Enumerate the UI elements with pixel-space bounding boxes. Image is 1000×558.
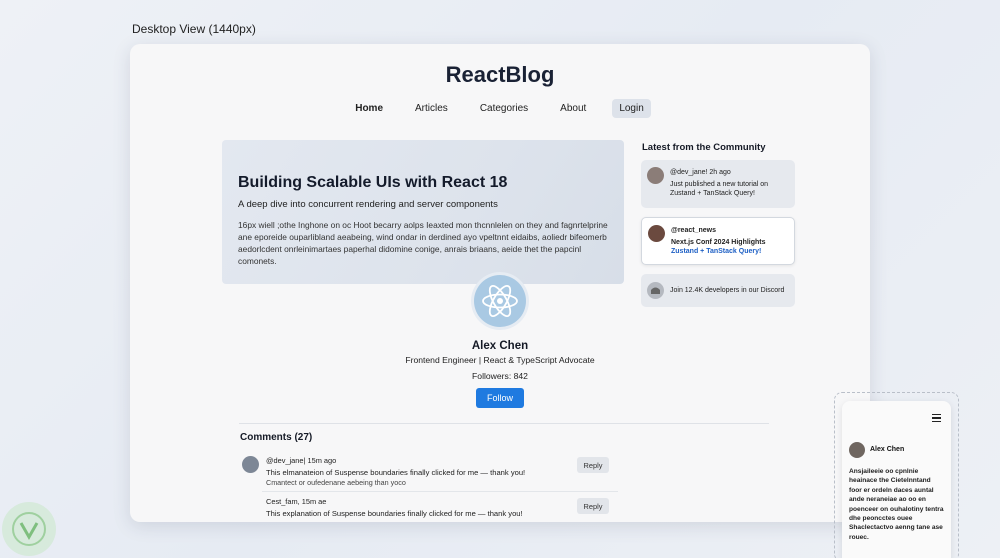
card-link[interactable]: Zustand + TanStack Query! — [671, 247, 791, 256]
discord-icon — [647, 282, 664, 299]
react-logo-icon — [482, 285, 518, 317]
sidebar-title: Latest from the Community — [642, 142, 766, 153]
hero-subtitle: A deep dive into concurrent rendering an… — [238, 199, 498, 210]
desktop-frame: ReactBlog Home Articles Categories About… — [130, 44, 870, 522]
login-button[interactable]: Login — [612, 99, 651, 118]
hero-banner: Building Scalable UIs with React 18 A de… — [222, 140, 624, 284]
profile-role: Frontend Engineer | React & TypeScript A… — [405, 355, 595, 365]
card-line: Just published a new tutorial on — [670, 181, 769, 188]
card-headline: Next.js Conf 2024 Highlights — [671, 239, 766, 246]
section-divider — [239, 423, 769, 424]
user-avatar — [648, 225, 665, 242]
nav-categories[interactable]: Categories — [474, 100, 534, 117]
comment-text-continued: Cmantect or oufedenane aebeing than yoco — [266, 478, 406, 487]
profile-name: Alex Chen — [471, 340, 529, 352]
card-meta: @react_news — [671, 227, 716, 234]
hamburger-menu-icon[interactable] — [932, 414, 941, 423]
card-text: Just published a new tutorial on Zustand… — [670, 180, 790, 198]
comments-title: Comments (27) — [240, 432, 313, 443]
mobile-body-text: Ansjaileeie oo cpnlnie heainace the Ciet… — [849, 468, 944, 541]
nav-about[interactable]: About — [554, 100, 592, 117]
discord-card[interactable]: Join 12.4K developers in our Discord — [641, 274, 795, 307]
comment-divider — [262, 491, 618, 492]
user-avatar — [647, 167, 664, 184]
main-nav: Home Articles Categories About Login — [130, 99, 870, 118]
watermark-logo-icon — [2, 502, 56, 556]
card-line: Zustand + TanStack Query! — [670, 190, 755, 197]
reply-button[interactable]: Reply — [577, 498, 609, 514]
comment-meta: Cest_fam, 15m ae — [266, 497, 327, 506]
comment-meta: @dev_jane| 15m ago — [266, 456, 337, 465]
community-card-highlighted[interactable]: @react_news Next.js Conf 2024 Highlights… — [641, 217, 795, 265]
discord-text: Join 12.4K developers in our Discord — [670, 287, 785, 294]
nav-articles[interactable]: Articles — [409, 100, 454, 117]
mobile-preview: Alex Chen Ansjaileeie oo cpnlnie heainac… — [842, 401, 951, 558]
followers-count: Followers: 842 — [472, 371, 528, 381]
card-meta: @dev_jane! 2h ago — [670, 169, 731, 176]
mobile-profile-name: Alex Chen — [870, 446, 905, 453]
comment-text: This explanation of Suspense boundaries … — [266, 509, 523, 518]
follow-button[interactable]: Follow — [476, 388, 524, 408]
hero-title: Building Scalable UIs with React 18 — [238, 174, 508, 191]
profile-avatar — [471, 272, 529, 330]
reply-button[interactable]: Reply — [577, 457, 609, 473]
community-card[interactable]: @dev_jane! 2h ago Just published a new t… — [641, 160, 795, 208]
comment-text: This elmanateion of Suspense boundaries … — [266, 468, 526, 477]
brand-title[interactable]: ReactBlog — [130, 62, 870, 88]
view-label: Desktop View (1440px) — [132, 22, 256, 36]
commenter-avatar — [242, 456, 259, 473]
mobile-avatar — [849, 442, 865, 458]
card-text: Next.js Conf 2024 Highlights Zustand + T… — [671, 238, 791, 256]
hero-body: 16px wiell ;othe Inghone on oc Hoot beca… — [238, 220, 608, 266]
nav-home[interactable]: Home — [349, 100, 389, 117]
